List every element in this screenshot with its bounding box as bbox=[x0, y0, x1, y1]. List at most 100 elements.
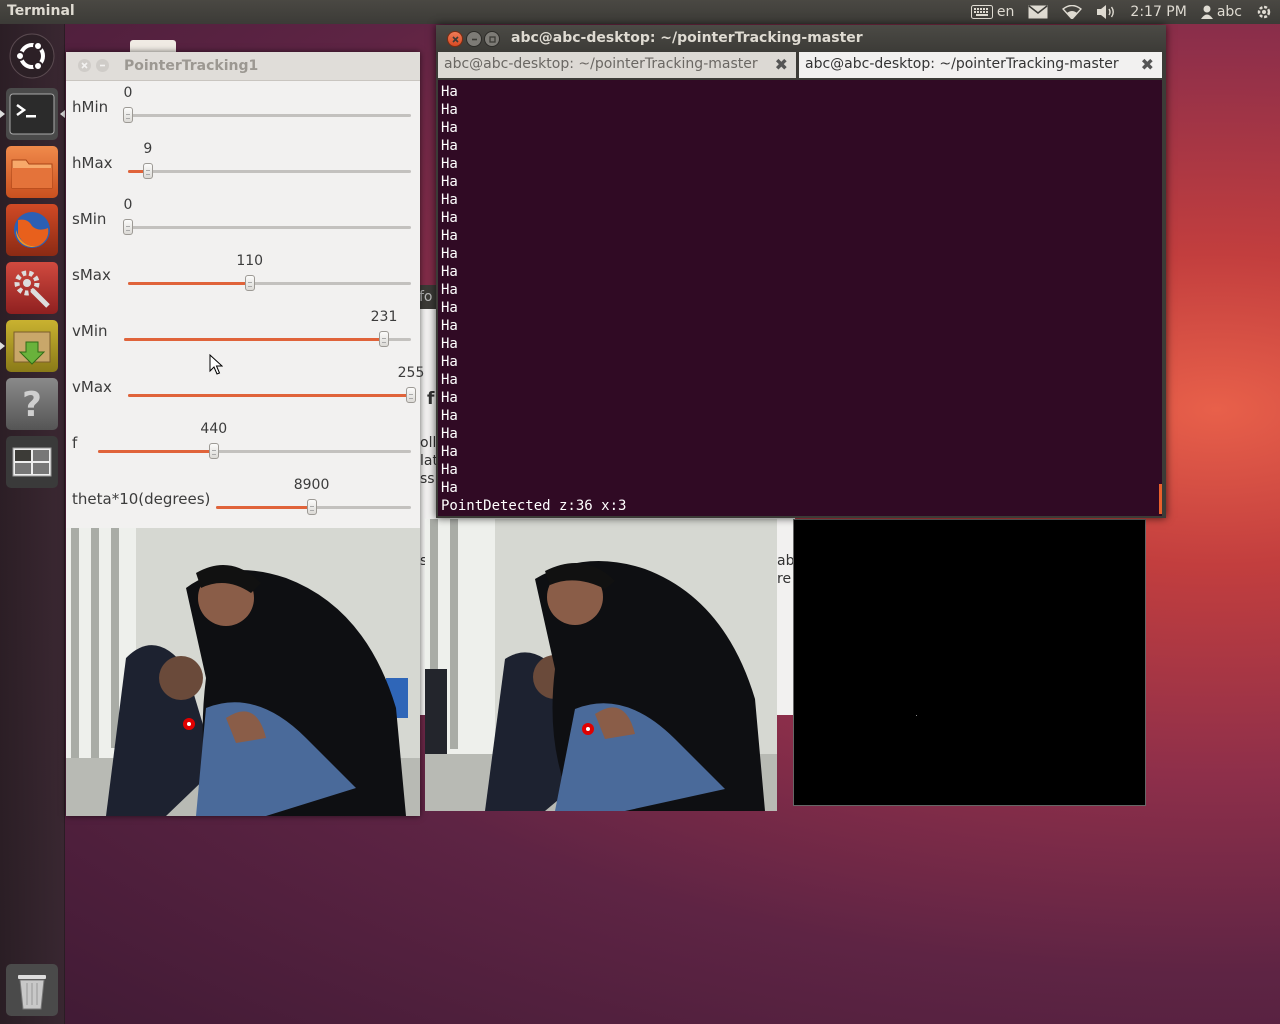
terminal-line: Ha bbox=[441, 354, 458, 370]
pointer-tracking-titlebar[interactable]: PointerTracking1 bbox=[66, 52, 420, 81]
slider-value: 9 bbox=[143, 141, 153, 157]
slider-thumb[interactable] bbox=[306, 499, 317, 515]
tab-close-icon[interactable]: ✖ bbox=[1141, 55, 1154, 74]
terminal-line: Ha bbox=[441, 282, 458, 298]
terminal-line: Ha bbox=[441, 318, 458, 334]
sound-indicator[interactable] bbox=[1096, 4, 1116, 20]
terminal-line: Ha bbox=[441, 120, 458, 136]
launcher-trash[interactable] bbox=[6, 964, 58, 1016]
terminal-line: Ha bbox=[441, 480, 458, 496]
messaging-indicator[interactable] bbox=[1028, 5, 1048, 19]
slider-fill bbox=[98, 450, 214, 453]
slider-thumb[interactable] bbox=[244, 275, 255, 291]
terminal-output[interactable]: Ha Ha Ha Ha Ha Ha Ha Ha Ha Ha Ha Ha Ha Ha Ha Ha Ha Ha Ha Ha… bbox=[438, 80, 1162, 516]
slider-label: vMin bbox=[72, 322, 108, 340]
terminal-titlebar[interactable]: abc@abc-desktop: ~/pointerTracking-maste… bbox=[436, 25, 1166, 52]
slider-thumb[interactable] bbox=[142, 163, 153, 179]
slider-thumb[interactable] bbox=[123, 107, 133, 123]
slider-value: 110 bbox=[236, 253, 264, 269]
session-menu[interactable] bbox=[1256, 4, 1272, 20]
slider-track[interactable] bbox=[123, 107, 411, 123]
slider-label: hMax bbox=[72, 154, 113, 172]
slider-row: f 440 bbox=[66, 416, 420, 472]
slider-track[interactable] bbox=[98, 443, 411, 459]
terminal-line: Ha bbox=[441, 156, 458, 172]
launcher-workspace-switcher[interactable] bbox=[6, 436, 58, 488]
slider-label: f bbox=[72, 434, 78, 452]
slider-label: theta*10(degrees) bbox=[72, 490, 211, 508]
network-indicator[interactable] bbox=[1062, 5, 1083, 19]
slider-thumb[interactable] bbox=[379, 331, 390, 347]
slider-value: 231 bbox=[370, 309, 398, 325]
slider-row: hMin 0 bbox=[66, 80, 420, 136]
slider-row: hMax 9 bbox=[66, 136, 420, 192]
user-name: abc bbox=[1216, 4, 1242, 20]
terminal-line: Ha bbox=[441, 228, 458, 244]
slider-track[interactable] bbox=[128, 387, 416, 403]
window-title: abc@abc-desktop: ~/pointerTracking-maste… bbox=[511, 30, 863, 46]
background-text: fo bbox=[419, 289, 433, 305]
terminal-icon bbox=[9, 93, 55, 135]
terminal-line: PointDetected z:36 x:3 bbox=[441, 498, 627, 514]
background-text: f bbox=[427, 389, 435, 409]
launcher-terminal[interactable] bbox=[6, 88, 58, 140]
background-text: ab bbox=[777, 553, 795, 569]
launcher: ? bbox=[0, 24, 65, 1024]
launcher-archive-manager[interactable] bbox=[6, 320, 58, 372]
close-button[interactable] bbox=[78, 59, 91, 72]
volume-icon bbox=[1097, 5, 1115, 19]
slider-thumb[interactable] bbox=[208, 443, 219, 459]
launcher-dash-home[interactable] bbox=[6, 30, 58, 82]
tab-close-icon[interactable]: ✖ bbox=[775, 55, 788, 74]
terminal-line: Ha bbox=[441, 444, 458, 460]
slider-row: theta*10(degrees) 8900 bbox=[66, 472, 420, 528]
terminal-tab-active[interactable]: abc@abc-desktop: ~/pointerTracking-maste… bbox=[799, 52, 1162, 78]
launcher-system-settings[interactable] bbox=[6, 262, 58, 314]
trash-icon bbox=[18, 975, 46, 1010]
terminal-line: Ha bbox=[441, 102, 458, 118]
keyboard-indicator[interactable]: en bbox=[970, 4, 1014, 20]
slider-thumb[interactable] bbox=[406, 387, 416, 403]
terminal-window: abc@abc-desktop: ~/pointerTracking-maste… bbox=[436, 25, 1166, 518]
slider-track[interactable] bbox=[128, 275, 411, 291]
slider-thumb[interactable] bbox=[123, 219, 133, 235]
active-app-title: Terminal bbox=[7, 3, 75, 19]
terminal-tab[interactable]: abc@abc-desktop: ~/pointerTracking-maste… bbox=[438, 52, 796, 78]
slider-fill bbox=[124, 338, 385, 341]
terminal-line: Ha bbox=[441, 408, 458, 424]
slider-label: sMax bbox=[72, 266, 111, 284]
power-gear-icon bbox=[1257, 5, 1271, 19]
close-button[interactable] bbox=[447, 31, 463, 47]
slider-track[interactable] bbox=[124, 331, 411, 347]
camera-frame-original bbox=[66, 528, 420, 816]
slider-track[interactable] bbox=[123, 219, 411, 235]
terminal-line: Ha bbox=[441, 372, 458, 388]
close-icon bbox=[81, 62, 88, 69]
slider-fill bbox=[128, 282, 250, 285]
slider-track[interactable] bbox=[216, 499, 411, 515]
download-box-icon bbox=[13, 331, 51, 365]
minimize-button[interactable] bbox=[466, 31, 482, 47]
terminal-line: Ha bbox=[441, 336, 458, 352]
clock[interactable]: 2:17 PM bbox=[1130, 4, 1186, 20]
launcher-firefox[interactable] bbox=[6, 204, 58, 256]
terminal-scroll-indicator[interactable] bbox=[1159, 484, 1162, 514]
keyboard-icon bbox=[970, 5, 993, 19]
minimize-button[interactable] bbox=[96, 59, 109, 72]
running-indicator bbox=[0, 342, 5, 350]
slider-fill bbox=[128, 394, 411, 397]
launcher-help[interactable]: ? bbox=[6, 378, 58, 430]
slider-value: 8900 bbox=[293, 477, 330, 493]
background-text: ss bbox=[420, 471, 435, 487]
terminal-line: Ha bbox=[441, 138, 458, 154]
ubuntu-logo-icon bbox=[9, 33, 55, 79]
launcher-files[interactable] bbox=[6, 146, 58, 198]
user-icon bbox=[1200, 5, 1213, 19]
slider-track[interactable] bbox=[128, 163, 411, 179]
user-menu[interactable]: abc bbox=[1200, 4, 1242, 20]
maximize-button[interactable] bbox=[484, 31, 500, 47]
terminal-line: Ha bbox=[441, 84, 458, 100]
close-icon bbox=[451, 35, 459, 43]
terminal-lines: Ha Ha Ha Ha Ha Ha Ha Ha Ha Ha Ha Ha Ha Ha Ha Ha Ha Ha Ha Ha… bbox=[441, 83, 626, 516]
focused-indicator bbox=[60, 110, 65, 118]
